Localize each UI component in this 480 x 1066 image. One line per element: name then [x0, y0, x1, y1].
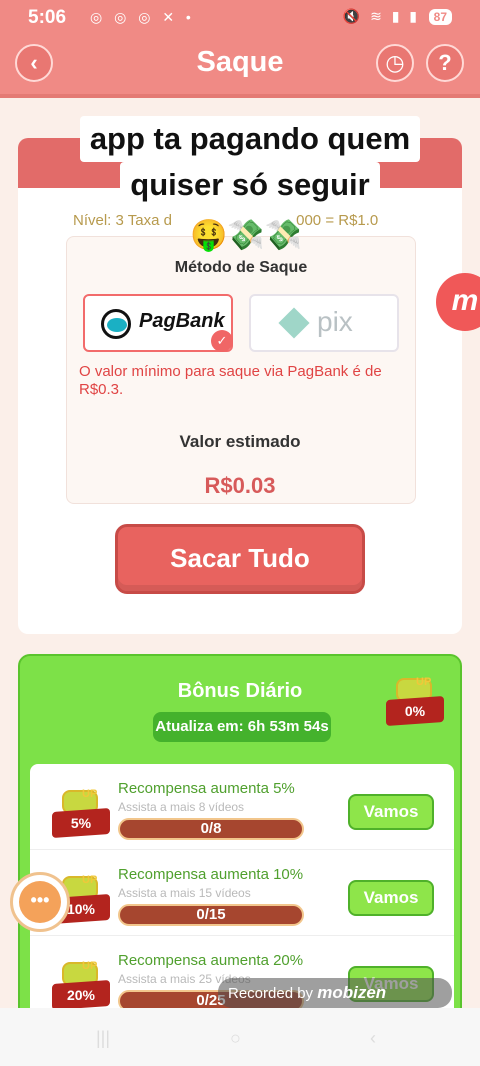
- recorder-watermark: Recorded by mobizen: [218, 978, 452, 1008]
- task-title: Recompensa aumenta 5%: [118, 780, 295, 797]
- method-option-pix[interactable]: pix: [249, 294, 399, 352]
- task-go-button[interactable]: Vamos: [348, 880, 434, 916]
- pagbank-logo-icon: [101, 309, 131, 339]
- check-icon: ✓: [211, 330, 233, 352]
- caption-line-2: quiser só seguir: [120, 162, 380, 208]
- help-button[interactable]: ?: [426, 44, 464, 82]
- task-subtitle: Assista a mais 15 vídeos: [118, 886, 251, 900]
- battery-icon: 87: [428, 9, 452, 25]
- level-text: Nível: 3 Taxa d: [73, 212, 172, 229]
- caption-line-1: app ta pagando quem: [79, 116, 421, 162]
- up-label: UP: [82, 874, 98, 886]
- task-progress: 0/15: [118, 904, 304, 926]
- clock-icon: ◷: [385, 50, 405, 75]
- minimum-message: O valor mínimo para saque via PagBank é …: [79, 363, 382, 398]
- withdraw-method-box: Método de Saque PagBank ✓ pix O valor mí…: [66, 236, 416, 504]
- chat-float-button[interactable]: •••: [10, 872, 70, 932]
- bonus-up-badge: UP 0%: [386, 676, 444, 730]
- bonus-task-row: UP 5% Recompensa aumenta 5% Assista a ma…: [30, 764, 454, 850]
- reward-percent: 5%: [70, 815, 92, 831]
- caption-emoji: 🤑💸💸: [190, 219, 303, 252]
- app-header: ‹ Saque ◷ ?: [0, 36, 480, 98]
- method-label-pix: pix: [317, 306, 353, 337]
- recent-apps-icon[interactable]: |||: [96, 1028, 110, 1049]
- video-caption: app ta pagando quem quiser só seguir: [68, 116, 432, 208]
- method-title: Método de Saque: [174, 259, 308, 276]
- up-label: UP: [416, 676, 432, 688]
- estimate-value: R$0.03: [204, 473, 276, 498]
- task-go-button[interactable]: Vamos: [348, 794, 434, 830]
- status-bar: 5:06 ◎ ◎ ◎ ✕ • 🔇 ≋ ▮ ▮ 87: [0, 0, 480, 36]
- watermark-brand: mobizen: [317, 983, 387, 1002]
- task-subtitle: Assista a mais 8 vídeos: [118, 800, 245, 814]
- reward-badge: UP 5%: [52, 788, 110, 844]
- up-label: UP: [82, 960, 98, 972]
- bonus-current-percent: 0%: [404, 703, 426, 719]
- method-option-pagbank[interactable]: PagBank ✓: [83, 294, 233, 352]
- withdraw-card: Nível: 3 Taxa d 000 = R$1.0 Método de Sa…: [18, 138, 462, 634]
- back-nav-icon[interactable]: ‹: [370, 1028, 376, 1049]
- task-title: Recompensa aumenta 10%: [118, 866, 304, 883]
- up-label: UP: [82, 788, 98, 800]
- rate-text: 000 = R$1.0: [296, 212, 379, 229]
- estimate-label: Valor estimado: [179, 432, 301, 451]
- method-label-pagbank: PagBank: [139, 310, 225, 332]
- bonus-timer: Atualiza em: 6h 53m 54s: [153, 712, 331, 742]
- bonus-task-row: UP 10% Recompensa aumenta 10% Assista a …: [30, 850, 454, 936]
- system-nav-bar: ||| ○ ‹: [0, 1008, 480, 1066]
- withdraw-all-button[interactable]: Sacar Tudo: [115, 524, 365, 594]
- watermark-prefix: Recorded by: [228, 985, 314, 1002]
- notification-icons: ◎ ◎ ◎ ✕ •: [90, 9, 195, 25]
- reward-percent: 20%: [66, 987, 96, 1003]
- home-icon[interactable]: ○: [230, 1028, 241, 1049]
- task-title: Recompensa aumenta 20%: [118, 952, 304, 969]
- task-progress: 0/8: [118, 818, 304, 840]
- chat-bubble-icon: •••: [19, 881, 61, 923]
- history-button[interactable]: ◷: [376, 44, 414, 82]
- status-time: 5:06: [28, 7, 67, 28]
- system-icons: 🔇 ≋ ▮ ▮: [342, 8, 420, 24]
- pix-logo-icon: [278, 307, 310, 339]
- question-icon: ?: [438, 50, 452, 75]
